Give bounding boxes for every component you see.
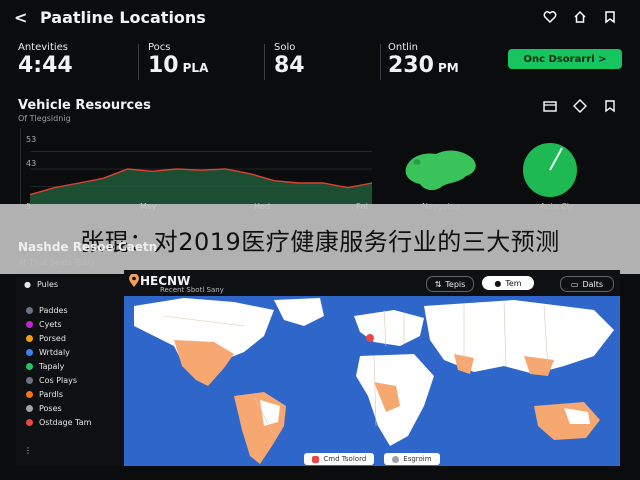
legend-swatch: [392, 455, 400, 463]
sidebar-item[interactable]: Poses: [26, 404, 62, 413]
sidebar-item[interactable]: Tapaly: [26, 362, 64, 371]
sidebar-item[interactable]: Cos Plays: [26, 376, 77, 385]
resource-chart: 53 43: [26, 135, 373, 204]
divider: [380, 44, 381, 80]
legend-dot: [26, 335, 33, 342]
stat-label: Antevities: [18, 42, 69, 53]
heart-icon[interactable]: [542, 9, 558, 25]
stat-value: 4:44: [18, 53, 73, 78]
gauge-label: Auto Cly: [540, 202, 574, 211]
world-map-graphic: [134, 298, 614, 464]
tab-label: Tem: [505, 278, 522, 288]
y-tick-label: 43: [26, 159, 36, 168]
legend-dot: [26, 307, 33, 314]
legend-label: Cmd Tsolord: [323, 455, 367, 463]
stat-ontlin: Ontlin 230 PM: [388, 42, 459, 78]
sidebar-item[interactable]: Porsed: [26, 334, 66, 343]
sidebar-item-label: Porsed: [39, 334, 66, 343]
stat-activities: Antevities 4:44: [18, 42, 73, 78]
legend-dot: [26, 419, 33, 426]
divider: [264, 44, 265, 80]
section-subtitle: Of Tlegsidnig: [18, 114, 71, 123]
more-options-icon[interactable]: ⋮: [24, 446, 32, 455]
banner-text: 张琨：对2019医疗健康服务行业的三大预测: [80, 227, 560, 256]
tab-tepis[interactable]: ⇅ Tepis: [426, 276, 474, 292]
stat-label: Ontlin: [388, 42, 419, 53]
radio-icon: ●: [494, 278, 502, 288]
stat-value: 230: [388, 53, 434, 78]
section-title: Vehicle Resources: [18, 98, 151, 113]
sidebar-item[interactable]: Wrtdaly: [26, 348, 70, 357]
map-pin-icon: [129, 274, 139, 287]
map-legend: Cmd Tsolord Esgroim: [124, 448, 620, 470]
sort-icon: ⇅: [434, 279, 442, 289]
stat-pocs: Pocs 10 PLA: [148, 42, 208, 78]
legend-dot: [26, 321, 33, 328]
stat-label: Solo: [274, 42, 296, 53]
sidebar: ● Pules Paddes Cyets Porsed Wrtdaly Tapa…: [16, 276, 124, 466]
legend-chip-selected[interactable]: Cmd Tsolord: [304, 453, 375, 465]
world-map[interactable]: [124, 296, 620, 466]
legend-label: Esgroim: [403, 455, 432, 463]
lower-section-subtitle: At Thut Seats Tsary: [18, 258, 96, 267]
bookmark-icon[interactable]: [602, 9, 618, 25]
stat-label: Pocs: [148, 42, 171, 53]
lower-section-title: Nashde Resoe Caetn: [18, 240, 158, 254]
tab-dalts[interactable]: ▭ Dalts: [560, 276, 614, 292]
chart-area: [30, 169, 372, 204]
stat-unit: PLA: [182, 61, 209, 75]
mini-map-label: Navgoing: [422, 202, 460, 211]
stat-solo: Solo 84: [274, 42, 305, 78]
stat-value: 84: [274, 53, 305, 78]
stat-value: 10: [148, 53, 179, 78]
sidebar-item[interactable]: Cyets: [26, 320, 62, 329]
legend-swatch: [312, 455, 320, 463]
page-title: Paatline Locations: [40, 8, 206, 27]
calendar-icon[interactable]: [542, 98, 558, 114]
legend-dot: [26, 391, 33, 398]
legend-dot: [26, 405, 33, 412]
gauge-circle: [523, 143, 577, 197]
sidebar-item[interactable]: Paddes: [26, 306, 68, 315]
home-icon[interactable]: [572, 9, 588, 25]
sidebar-item-label: Cyets: [39, 320, 62, 329]
legend-dot: [26, 363, 33, 370]
bookmark-icon[interactable]: [602, 98, 618, 114]
y-tick-label: 53: [26, 135, 36, 144]
sidebar-item[interactable]: Ostdage Tam: [26, 418, 91, 427]
layers-icon: ▭: [570, 279, 579, 289]
filter-icon: ●: [24, 280, 31, 289]
navigate-icon[interactable]: [572, 98, 588, 114]
tab-label: Dalts: [582, 279, 604, 289]
sidebar-item[interactable]: Pardls: [26, 390, 63, 399]
world-mini-map: [405, 150, 476, 191]
sidebar-item-label: Paddes: [39, 306, 68, 315]
tab-tem[interactable]: ● Tem: [482, 276, 534, 290]
sidebar-item-label: Cos Plays: [39, 376, 78, 385]
sidebar-item-label: Wrtdaly: [39, 348, 70, 357]
tab-label: Tepis: [445, 279, 466, 289]
legend-chip-other[interactable]: Esgroim: [384, 453, 440, 465]
sidebar-item-label: Pardls: [39, 390, 63, 399]
legend-dot: [26, 377, 33, 384]
primary-action-button[interactable]: Onc Dsorarrl >: [508, 49, 622, 69]
sidebar-item-label: Tapaly: [39, 362, 65, 371]
sidebar-item-label: Ostdage Tam: [39, 418, 92, 427]
legend-dot: [26, 349, 33, 356]
sidebar-header: ● Pules: [24, 280, 58, 289]
divider: [138, 44, 139, 80]
sidebar-item-label: Poses: [39, 404, 62, 413]
back-button[interactable]: <: [14, 8, 27, 27]
map-subtitle: Recent Sbotl Sany: [160, 286, 224, 294]
stat-unit: PM: [437, 61, 459, 75]
sidebar-header-label: Pules: [36, 280, 59, 289]
